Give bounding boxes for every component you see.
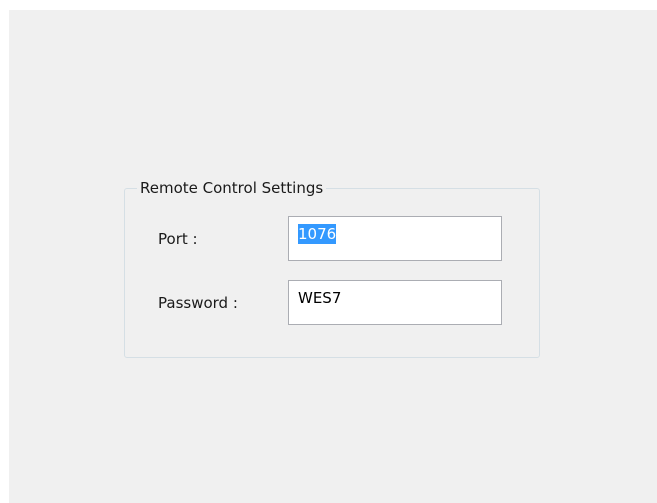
password-label: Password :	[158, 294, 238, 312]
group-title: Remote Control Settings	[137, 178, 327, 198]
port-label: Port :	[158, 230, 198, 248]
password-value: WES7	[298, 289, 342, 307]
port-input[interactable]: 1076	[288, 216, 502, 261]
port-value: 1076	[298, 224, 337, 244]
remote-control-settings-group	[124, 188, 540, 358]
password-input[interactable]: WES7	[288, 280, 502, 325]
